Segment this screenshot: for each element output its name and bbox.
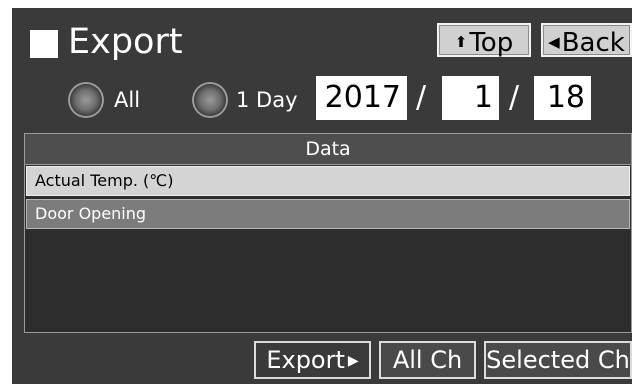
square-icon <box>30 30 58 58</box>
top-button[interactable]: ⬆Top <box>437 23 531 58</box>
export-button[interactable]: Export ▶ <box>254 341 371 379</box>
date-separator: / <box>416 80 427 115</box>
radio-1-day[interactable] <box>194 84 226 116</box>
table-row-door-opening[interactable]: Door Opening <box>26 199 630 229</box>
year-field[interactable]: 2017 <box>316 76 407 120</box>
left-arrow-icon: ◀ <box>548 33 560 51</box>
export-screen: Export ⬆Top ◀Back All 1 Day 2017 / 1 / 1… <box>12 8 632 384</box>
export-button-label: Export <box>266 346 345 374</box>
page-title: Export <box>68 22 183 62</box>
back-button[interactable]: ◀Back <box>541 23 632 58</box>
back-button-label: Back <box>561 28 625 58</box>
radio-all[interactable] <box>70 84 102 116</box>
table-row-actual-temp[interactable]: Actual Temp. (℃) <box>26 166 630 196</box>
day-field[interactable]: 18 <box>534 76 591 120</box>
table-header: Data <box>25 134 631 165</box>
radio-all-label: All <box>114 88 141 112</box>
selected-ch-button[interactable]: Selected Ch <box>484 341 632 379</box>
all-ch-button[interactable]: All Ch <box>379 341 476 379</box>
data-table: Data Actual Temp. (℃) Door Opening <box>24 133 632 333</box>
date-separator: / <box>509 80 520 115</box>
top-button-label: Top <box>469 28 514 58</box>
radio-1-day-label: 1 Day <box>236 88 298 112</box>
month-field[interactable]: 1 <box>442 76 499 120</box>
right-arrow-icon: ▶ <box>347 353 359 369</box>
up-arrow-icon: ⬆ <box>454 33 468 51</box>
